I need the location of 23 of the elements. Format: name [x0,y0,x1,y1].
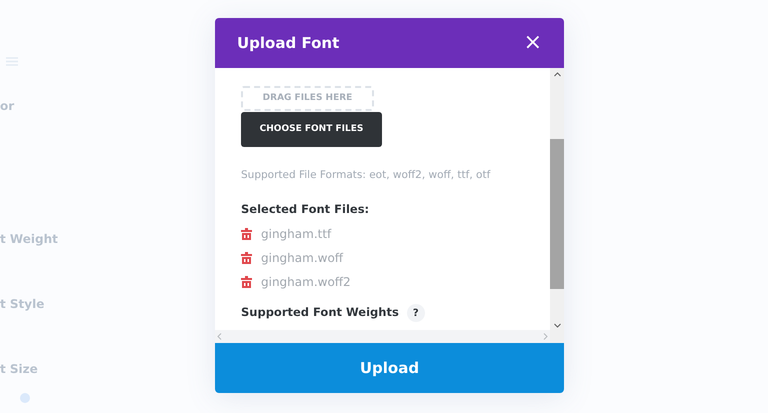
weights-heading: Supported Font Weights [241,304,399,322]
close-button[interactable]: × [524,32,542,54]
scroll-up-icon[interactable] [554,72,560,77]
file-name: gingham.woff2 [261,274,351,291]
slider-handle [20,393,30,403]
upload-button[interactable]: Upload [215,343,564,393]
formats-note: Supported File Formats: eot, woff2, woff, ttf, otf [241,168,492,183]
setting-label: or [0,100,16,112]
scroll-down-icon[interactable] [554,323,560,328]
selected-heading: Selected Font Files: [241,200,370,218]
trash-icon[interactable] [241,228,252,240]
trash-icon[interactable] [241,276,252,288]
trash-icon[interactable] [241,252,252,264]
scrollbar-thumb[interactable] [550,139,564,289]
vertical-scrollbar[interactable] [550,68,564,343]
help-button[interactable]: ? [406,304,425,322]
setting-label: t Weight [0,233,59,245]
file-name: gingham.woff [261,250,344,267]
setting-label: t Size [0,363,39,375]
file-name: gingham.ttf [261,226,332,243]
setting-label: t Style [0,298,46,310]
dialog-title: Upload Font [237,32,340,54]
choose-files-button[interactable]: CHOOSE FONT FILES [241,112,382,147]
